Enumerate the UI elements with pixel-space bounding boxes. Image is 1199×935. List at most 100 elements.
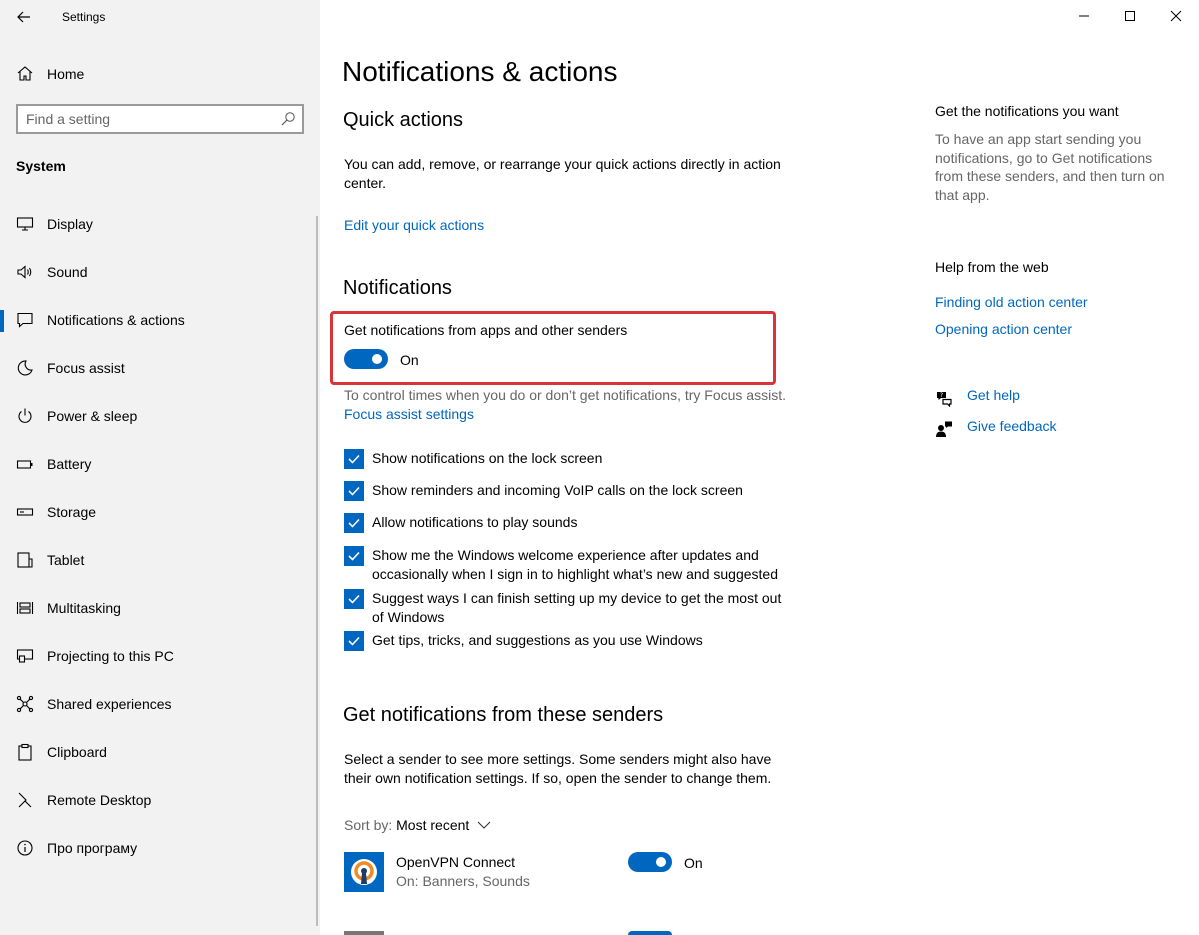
sidebar-item-display[interactable]: Display bbox=[0, 204, 320, 244]
get-help-row[interactable]: ? Get help bbox=[935, 387, 1075, 409]
sidebar-item-label: Multitasking bbox=[47, 600, 121, 616]
toggle-knob bbox=[656, 857, 666, 867]
checkbox[interactable] bbox=[344, 631, 364, 651]
checkbox[interactable] bbox=[344, 546, 364, 566]
sidebar-item-label: Tablet bbox=[47, 552, 85, 568]
title-bar: Settings bbox=[0, 0, 320, 34]
sidebar-item-label: Projecting to this PC bbox=[47, 648, 174, 664]
multitasking-icon bbox=[16, 602, 34, 614]
quick-actions-description: You can add, remove, or rearrange your q… bbox=[344, 156, 781, 191]
checkbox-lock-screen[interactable]: Show notifications on the lock screen bbox=[344, 449, 794, 471]
sidebar-item-about[interactable]: Про програму bbox=[0, 828, 320, 868]
senders-description: Select a sender to see more settings. So… bbox=[344, 751, 772, 786]
sidebar-item-battery[interactable]: Battery bbox=[0, 444, 320, 484]
checkmark-icon bbox=[348, 551, 360, 561]
close-button[interactable] bbox=[1153, 0, 1199, 32]
home-icon bbox=[17, 66, 33, 81]
sidebar-item-label: Remote Desktop bbox=[47, 792, 152, 808]
sidebar-item-clipboard[interactable]: Clipboard bbox=[0, 732, 320, 772]
sidebar-item-label: Home bbox=[47, 66, 85, 82]
finding-old-action-center-link[interactable]: Finding old action center bbox=[935, 294, 1088, 310]
checkbox-label: Suggest ways I can finish setting up my … bbox=[372, 590, 782, 625]
checkbox[interactable] bbox=[344, 449, 364, 469]
maximize-icon bbox=[1125, 11, 1135, 21]
get-notifications-heading: Get the notifications you want bbox=[935, 103, 1119, 119]
get-notifications-text: To have an app start sending you notific… bbox=[935, 131, 1165, 203]
search-input[interactable] bbox=[26, 110, 266, 128]
sort-label: Sort by: bbox=[344, 817, 393, 833]
sidebar-item-shared-experiences[interactable]: Shared experiences bbox=[0, 684, 320, 724]
search-box[interactable] bbox=[16, 104, 304, 134]
remote-desktop-icon bbox=[18, 792, 32, 808]
power-icon bbox=[18, 408, 32, 423]
sidebar-item-focus-assist[interactable]: Focus assist bbox=[0, 348, 320, 388]
give-feedback-row[interactable]: Give feedback bbox=[935, 418, 1075, 440]
checkbox-label: Get tips, tricks, and suggestions as you… bbox=[372, 632, 703, 648]
sidebar-item-label: Display bbox=[47, 216, 93, 232]
notifications-heading: Notifications bbox=[343, 277, 452, 299]
sidebar-item-tablet[interactable]: Tablet bbox=[0, 540, 320, 580]
checkbox-voip-lock-screen[interactable]: Show reminders and incoming VoIP calls o… bbox=[344, 481, 794, 503]
storage-icon bbox=[16, 508, 34, 516]
get-help-link[interactable]: Get help bbox=[967, 387, 1020, 403]
checkbox-welcome-experience[interactable]: Show me the Windows welcome experience a… bbox=[344, 546, 794, 586]
sort-dropdown[interactable]: Sort by: Most recent bbox=[344, 817, 491, 833]
sidebar-item-label: Battery bbox=[47, 456, 92, 472]
openvpn-app-icon[interactable] bbox=[344, 852, 384, 892]
give-feedback-link[interactable]: Give feedback bbox=[967, 418, 1057, 434]
sort-value: Most recent bbox=[396, 817, 470, 833]
checkbox-label: Allow notifications to play sounds bbox=[372, 514, 578, 530]
openvpn-toggle[interactable] bbox=[628, 852, 672, 872]
chevron-down-icon bbox=[477, 821, 491, 829]
sidebar: Settings Home System Display Sound Notif… bbox=[0, 0, 320, 935]
moon-icon bbox=[17, 360, 33, 376]
close-icon bbox=[1170, 10, 1182, 22]
sidebar-item-label: Notifications & actions bbox=[47, 312, 185, 328]
minimize-icon bbox=[1079, 15, 1089, 17]
checkbox[interactable] bbox=[344, 513, 364, 533]
sidebar-item-label: Storage bbox=[47, 504, 97, 520]
checkbox-play-sounds[interactable]: Allow notifications to play sounds bbox=[344, 513, 794, 535]
speaker-icon bbox=[17, 265, 32, 279]
shared-icon bbox=[16, 695, 34, 713]
checkbox-label: Show me the Windows welcome experience a… bbox=[372, 547, 778, 582]
back-arrow-icon bbox=[17, 11, 30, 23]
checkmark-icon bbox=[348, 594, 360, 604]
quick-actions-heading: Quick actions bbox=[343, 109, 464, 131]
sidebar-item-power-sleep[interactable]: Power & sleep bbox=[0, 396, 320, 436]
master-notifications-toggle[interactable] bbox=[344, 349, 388, 369]
battery-icon bbox=[16, 460, 33, 469]
sidebar-item-remote-desktop[interactable]: Remote Desktop bbox=[0, 780, 320, 820]
checkbox[interactable] bbox=[344, 589, 364, 609]
app-status: On: Banners, Sounds bbox=[396, 873, 530, 889]
sidebar-item-label: Focus assist bbox=[47, 360, 125, 376]
minimize-button[interactable] bbox=[1061, 0, 1107, 32]
sidebar-item-home[interactable]: Home bbox=[0, 58, 320, 88]
checkbox-tips-tricks[interactable]: Get tips, tricks, and suggestions as you… bbox=[344, 631, 794, 653]
section-label-system: System bbox=[16, 158, 66, 174]
svg-text:?: ? bbox=[940, 392, 943, 399]
sidebar-item-projecting[interactable]: Projecting to this PC bbox=[0, 636, 320, 676]
search-icon bbox=[281, 112, 295, 126]
next-app-icon[interactable] bbox=[344, 931, 384, 935]
checkbox[interactable] bbox=[344, 481, 364, 501]
sidebar-item-storage[interactable]: Storage bbox=[0, 492, 320, 532]
next-app-toggle[interactable] bbox=[628, 931, 672, 935]
page-title: Notifications & actions bbox=[342, 56, 618, 87]
checkmark-icon bbox=[348, 636, 360, 646]
maximize-button[interactable] bbox=[1107, 0, 1153, 32]
focus-assist-settings-link[interactable]: Focus assist settings bbox=[344, 406, 474, 422]
display-icon bbox=[16, 217, 34, 231]
app-name[interactable]: OpenVPN Connect bbox=[396, 854, 515, 870]
sidebar-item-notifications[interactable]: Notifications & actions bbox=[0, 300, 320, 340]
back-button[interactable] bbox=[10, 4, 38, 30]
sidebar-item-sound[interactable]: Sound bbox=[0, 252, 320, 292]
checkbox-finish-setup[interactable]: Suggest ways I can finish setting up my … bbox=[344, 589, 794, 629]
checkbox-label: Show reminders and incoming VoIP calls o… bbox=[372, 482, 743, 498]
feedback-icon bbox=[936, 421, 952, 437]
opening-action-center-link[interactable]: Opening action center bbox=[935, 321, 1072, 337]
get-help-icon: ? bbox=[937, 392, 952, 407]
edit-quick-actions-link[interactable]: Edit your quick actions bbox=[344, 217, 484, 233]
info-icon bbox=[17, 840, 33, 856]
sidebar-item-multitasking[interactable]: Multitasking bbox=[0, 588, 320, 628]
